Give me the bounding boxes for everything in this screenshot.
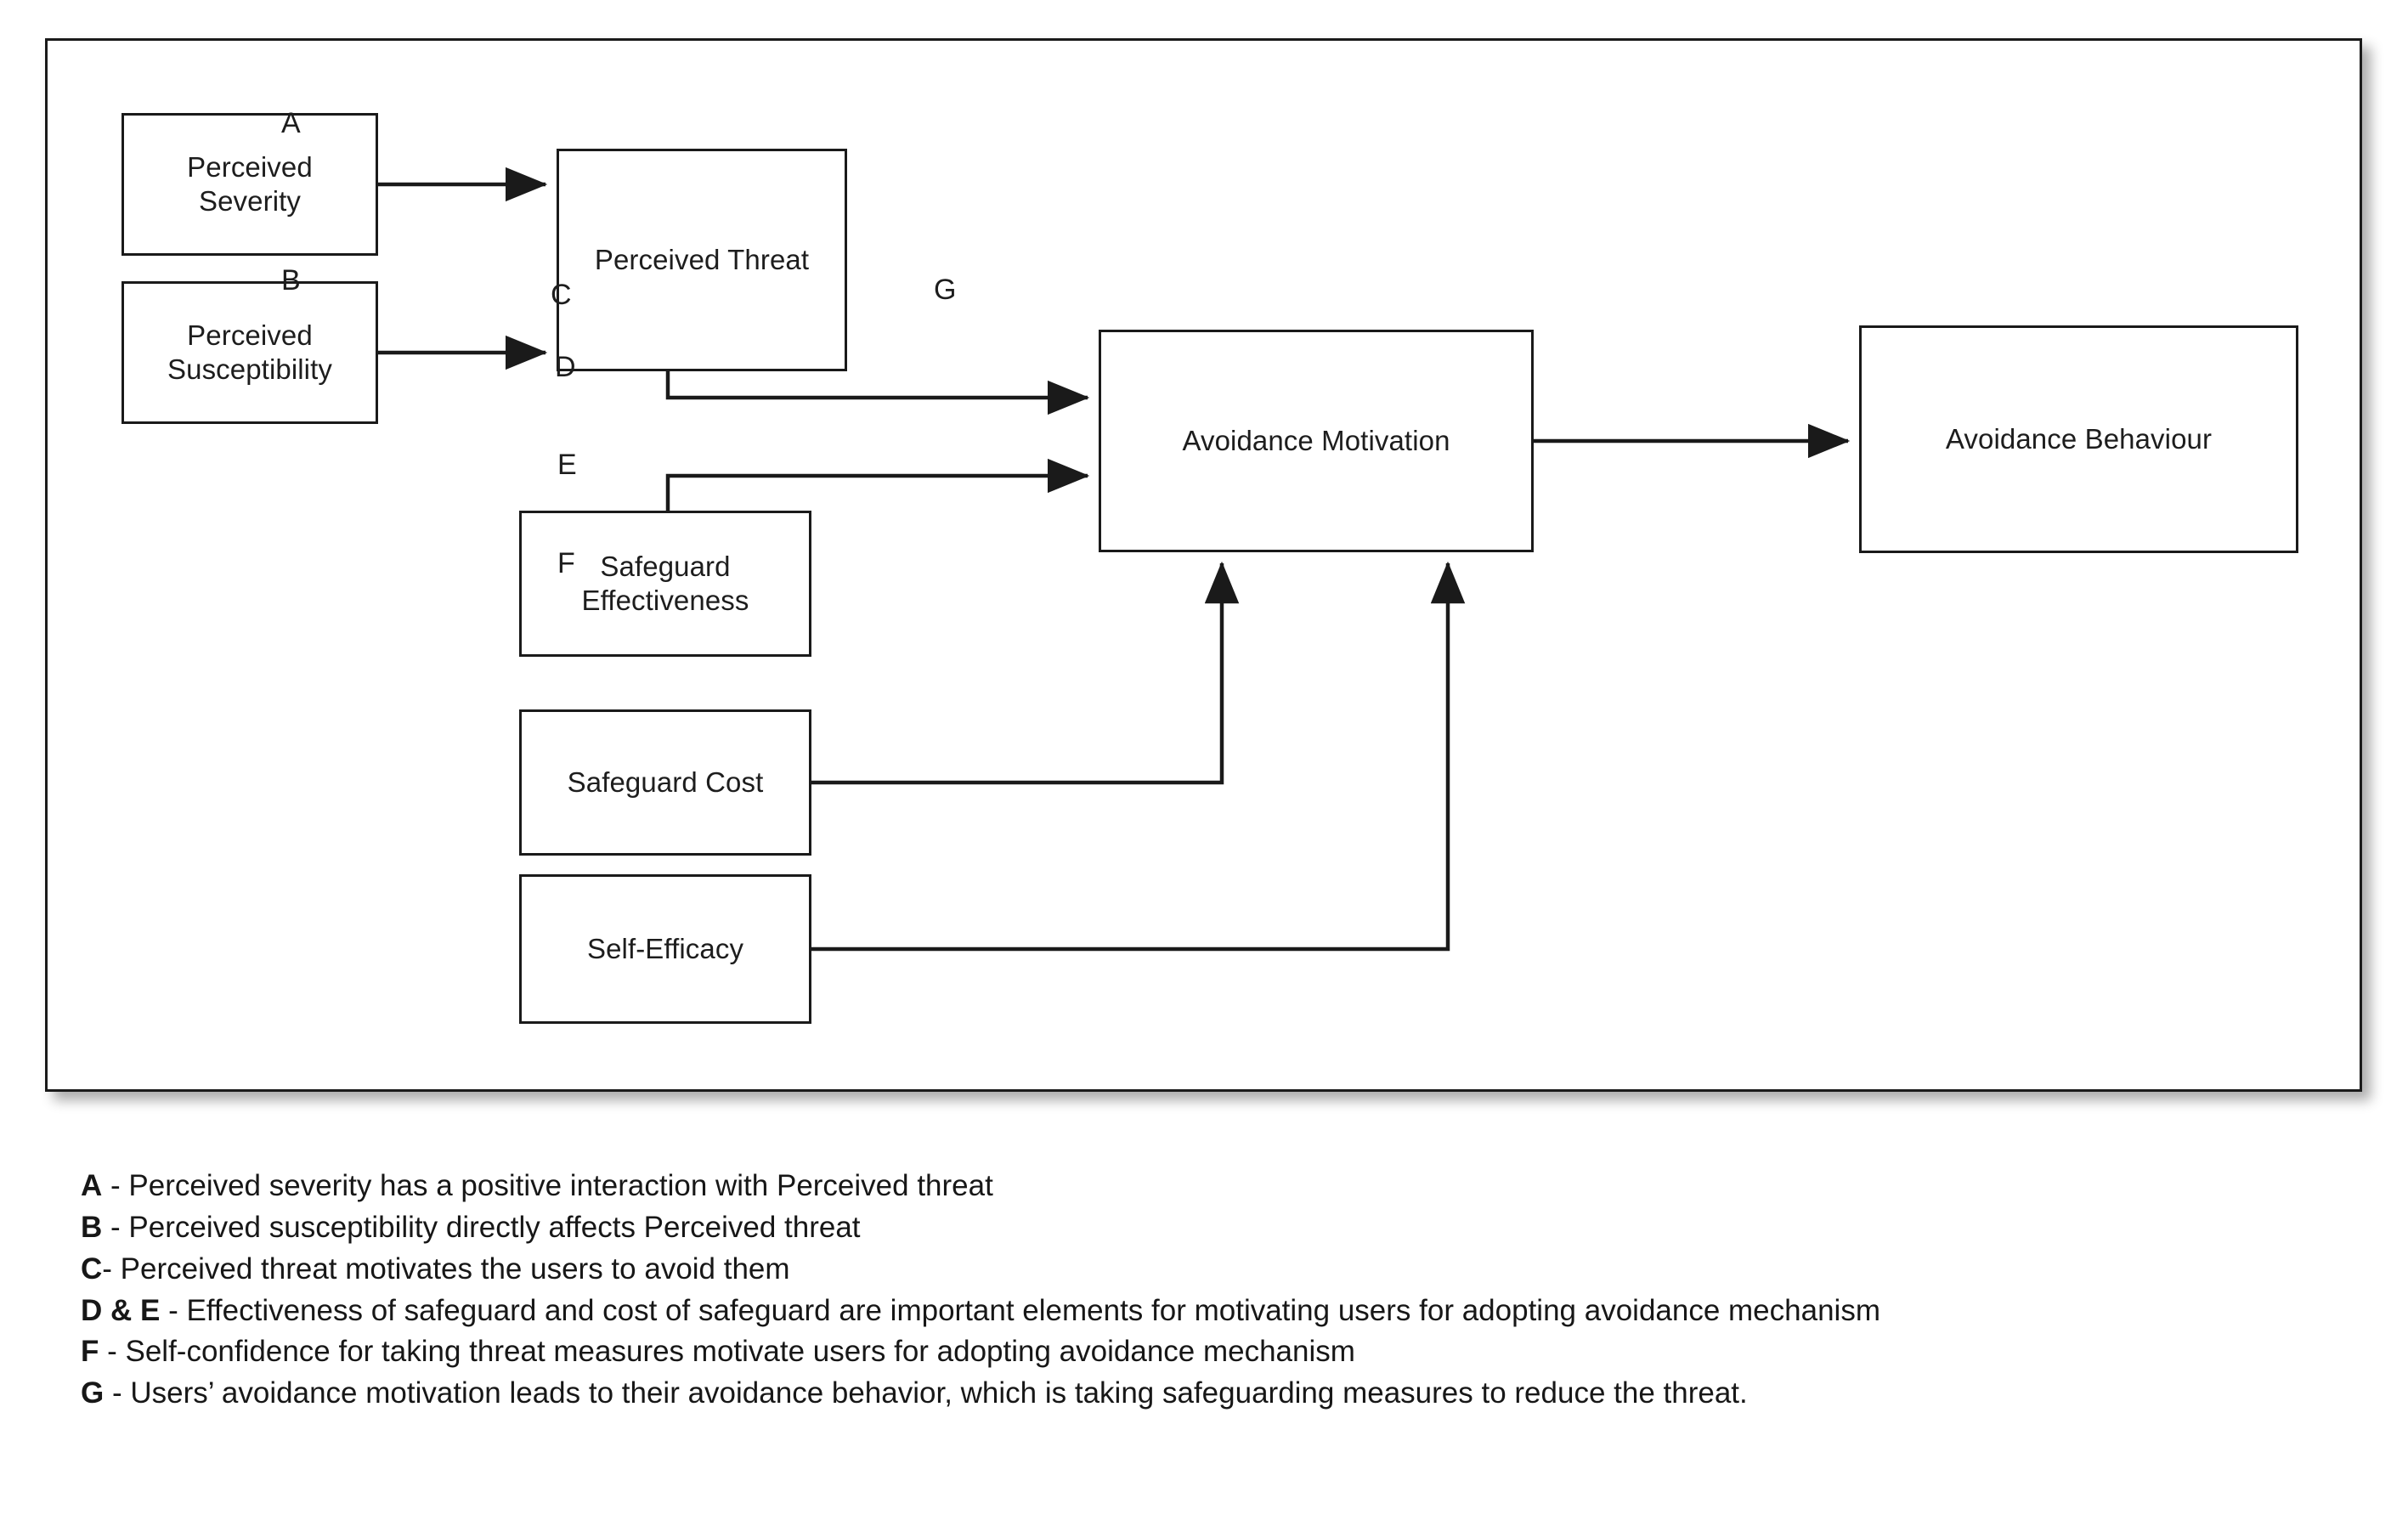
node-perceived-threat[interactable]: Perceived Threat (557, 149, 847, 371)
node-label: Perceived Susceptibility (167, 319, 332, 385)
caption-line: F - Self-confidence for taking threat me… (81, 1332, 2341, 1371)
caption-key: C (81, 1252, 103, 1286)
edge-label-f: F (557, 547, 575, 579)
caption-line: G - Users’ avoidance motivation leads to… (81, 1374, 2341, 1413)
edge-path-C (665, 371, 1090, 415)
node-label: Self-Efficacy (586, 932, 744, 964)
edge-label-c: C (551, 279, 572, 311)
edge-label-g: G (934, 274, 957, 306)
caption-text: - Perceived threat motivates the users t… (102, 1252, 790, 1286)
edge-label-a: A (281, 107, 301, 139)
caption-key: A (81, 1169, 103, 1202)
figure-frame: Perceived Severity Perceived Susceptibil… (45, 38, 2362, 1092)
node-label: Avoidance Motivation (1182, 424, 1450, 456)
node-label: Safeguard Effectiveness (581, 550, 749, 616)
caption-key: B (81, 1210, 103, 1244)
node-label: Perceived Threat (594, 243, 810, 275)
node-perceived-susceptibility[interactable]: Perceived Susceptibility (122, 281, 378, 424)
node-label: Safeguard Cost (567, 766, 764, 798)
caption-key: F (81, 1335, 99, 1369)
caption-key: D & E (81, 1293, 161, 1327)
caption-text: - Perceived severity has a positive inte… (102, 1169, 993, 1202)
node-perceived-severity[interactable]: Perceived Severity (122, 113, 378, 256)
node-avoidance-behaviour[interactable]: Avoidance Behaviour (1859, 325, 2298, 553)
node-self-efficacy[interactable]: Self-Efficacy (519, 874, 811, 1024)
node-avoidance-motivation[interactable]: Avoidance Motivation (1099, 330, 1534, 552)
caption-line: C- Perceived threat motivates the users … (81, 1250, 2341, 1289)
caption-line: A - Perceived severity has a positive in… (81, 1167, 2341, 1206)
edge-path-D (665, 458, 1090, 511)
edge-label-d: D (555, 351, 576, 383)
diagram-connectors (378, 167, 1851, 952)
edge-label-e: E (557, 449, 577, 481)
caption-text: - Self-confidence for taking threat meas… (99, 1335, 1355, 1369)
edge-label-b: B (281, 264, 301, 297)
node-label: Avoidance Behaviour (1945, 422, 2213, 455)
caption-key: G (81, 1376, 105, 1410)
node-safeguard-cost[interactable]: Safeguard Cost (519, 709, 811, 856)
edge-path-E (811, 561, 1240, 785)
edge-path-F (811, 561, 1466, 952)
caption-text: - Perceived susceptibility directly affe… (102, 1210, 861, 1244)
node-label: Perceived Severity (187, 150, 313, 217)
caption-line: D & E - Effectiveness of safeguard and c… (81, 1291, 2341, 1331)
figure-caption: A - Perceived severity has a positive in… (81, 1167, 2341, 1415)
node-safeguard-effectiveness[interactable]: Safeguard Effectiveness (519, 511, 811, 657)
caption-text: - Effectiveness of safeguard and cost of… (160, 1293, 1880, 1327)
caption-text: - Users’ avoidance motivation leads to t… (104, 1376, 1748, 1410)
caption-line: B - Perceived susceptibility directly af… (81, 1208, 2341, 1247)
